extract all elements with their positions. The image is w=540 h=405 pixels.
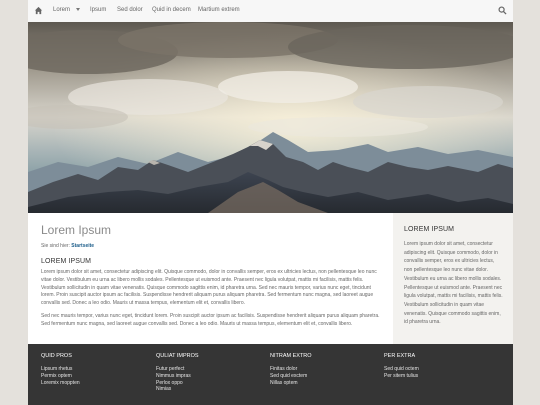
nav-item-lorem[interactable]: Lorem: [53, 7, 81, 13]
page-title: Lorem Ipsum: [41, 223, 112, 237]
footer-link[interactable]: Nimias: [156, 386, 261, 393]
page-container: Lorem Ipsum Sed dolor Quid in decem Mart…: [28, 0, 513, 405]
hero-image: [28, 22, 513, 213]
footer-column-title: NITRAM EXTRO: [270, 353, 312, 359]
footer-link[interactable]: Finitas dolor: [270, 366, 375, 373]
main-paragraph-1: Lorem ipsum dolor sit amet, consectetur …: [41, 269, 377, 307]
main-paragraph-2: Sed nec mauris tempor, varius nunc eget,…: [41, 312, 380, 327]
footer-link[interactable]: Permix optem: [41, 373, 146, 380]
footer-link[interactable]: Sed quid exctem: [270, 373, 375, 380]
footer-link[interactable]: Sed quid octem: [384, 366, 489, 373]
section-heading: LOREM IPSUM: [41, 258, 92, 265]
sidebar: LOREM IPSUM Lorem ipsum dolor sit amet, …: [393, 213, 513, 344]
nav-item-ipsum[interactable]: Ipsum: [90, 7, 106, 13]
footer-column-title: PER EXTRA: [384, 353, 416, 359]
breadcrumb-prefix: Sie sind hier:: [41, 243, 72, 249]
nav-item-label: Lorem: [53, 7, 71, 13]
footer-column-per-extra: PER EXTRA Sed quid octem Per sitem tuliu…: [384, 353, 489, 380]
sidebar-heading: LOREM IPSUM: [404, 226, 455, 233]
main-content: Lorem Ipsum Sie sind hier: Startseite LO…: [41, 223, 386, 334]
footer-link[interactable]: Lipsum rhetus: [41, 366, 146, 373]
mountain-landscape-photo: [28, 22, 513, 213]
footer-column-quid-pros: QUID PROS Lipsum rhetus Permix optem Lor…: [41, 353, 146, 386]
footer-column-nitram-extro: NITRAM EXTRO Finitas dolor Sed quid exct…: [270, 353, 375, 386]
top-navbar: Lorem Ipsum Sed dolor Quid in decem Mart…: [28, 0, 513, 23]
breadcrumb: Sie sind hier: Startseite: [41, 243, 386, 249]
main-section: Lorem Ipsum Sie sind hier: Startseite LO…: [28, 213, 513, 344]
nav-item-martium-extrem[interactable]: Martium extrem: [198, 7, 240, 13]
footer-column-title: QUID PROS: [41, 353, 72, 359]
search-icon[interactable]: [498, 6, 507, 15]
footer-column-quliat-impros: QULIAT IMPROS Futur perfect Nimmus impra…: [156, 353, 261, 393]
footer-link[interactable]: Loremix moppten: [41, 380, 146, 387]
sidebar-text: Lorem ipsum dolor sit amet, consectetur …: [404, 241, 503, 326]
footer-link[interactable]: Nillas optem: [270, 380, 375, 387]
footer-column-title: QULIAT IMPROS: [156, 353, 199, 359]
home-icon[interactable]: [34, 6, 43, 15]
caret-down-icon: [76, 7, 81, 11]
breadcrumb-link-startseite[interactable]: Startseite: [71, 243, 94, 249]
footer-link[interactable]: Perlox oppo: [156, 380, 261, 387]
nav-item-quid-in-decem[interactable]: Quid in decem: [152, 7, 191, 13]
footer-link[interactable]: Per sitem tulius: [384, 373, 489, 380]
nav-item-sed-dolor[interactable]: Sed dolor: [117, 7, 143, 13]
footer-link[interactable]: Nimmus impras: [156, 373, 261, 380]
footer-link[interactable]: Futur perfect: [156, 366, 261, 373]
footer: QUID PROS Lipsum rhetus Permix optem Lor…: [28, 344, 513, 405]
